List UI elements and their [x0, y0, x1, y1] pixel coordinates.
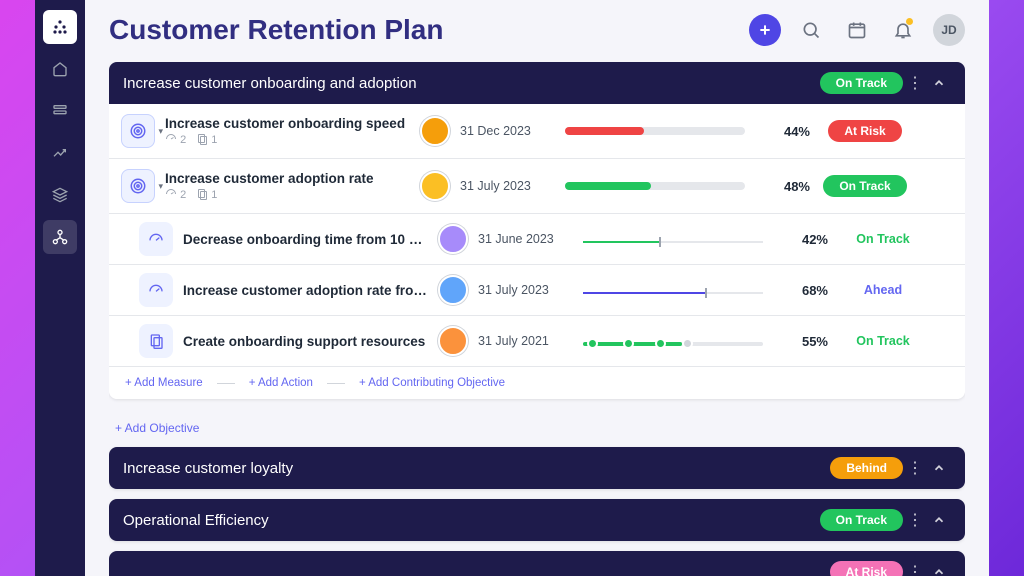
objective-title: Increase customer adoption rate [165, 171, 410, 186]
more-icon[interactable]: ⋮ [903, 510, 927, 530]
objective-meta: 2 1 [165, 133, 410, 146]
more-icon[interactable]: ⋮ [903, 562, 927, 576]
header: Customer Retention Plan JD [109, 14, 965, 46]
org-chart-icon[interactable] [43, 220, 77, 254]
row-status: Ahead [838, 283, 928, 297]
action-title: Create onboarding support resources [183, 334, 428, 349]
due-date: 31 July 2023 [478, 283, 573, 297]
due-date: 31 Dec 2023 [460, 124, 555, 138]
home-icon[interactable] [43, 52, 77, 86]
trend-icon[interactable] [43, 136, 77, 170]
add-objective-link[interactable]: + Add Objective [109, 409, 965, 447]
section-title: Increase customer onboarding and adoptio… [123, 75, 820, 92]
document-icon [139, 324, 173, 358]
objective-title: Increase customer onboarding speed [165, 116, 410, 131]
objective-section: At Risk ⋮ [109, 551, 965, 576]
assignee-avatar[interactable] [420, 171, 450, 201]
progress-bar [565, 182, 745, 190]
sidebar [35, 0, 85, 576]
due-date: 31 July 2021 [478, 334, 573, 348]
add-contributing-link[interactable]: + Add Contributing Objective [359, 377, 505, 389]
measure-title: Decrease onboarding time from 10 days… [183, 232, 428, 247]
app-logo-icon[interactable] [43, 10, 77, 44]
search-icon[interactable] [795, 14, 827, 46]
measure-title: Increase customer adoption rate from… [183, 283, 428, 298]
section-header[interactable]: Increase customer onboarding and adoptio… [109, 62, 965, 104]
objective-row[interactable]: ▾ Increase customer adoption rate 2 1 31… [109, 159, 965, 214]
target-icon: ▾ [121, 114, 155, 148]
due-date: 31 July 2023 [460, 179, 555, 193]
progress-line [583, 289, 763, 291]
progress-line [583, 238, 763, 240]
section-title: Increase customer loyalty [123, 460, 830, 477]
chevron-down-icon[interactable]: ▾ [158, 181, 163, 192]
objective-section: Operational Efficiency On Track ⋮ [109, 499, 965, 541]
status-badge: On Track [820, 509, 903, 531]
progress-percent: 44% [755, 124, 810, 139]
list-icon[interactable] [43, 94, 77, 128]
status-badge: Behind [830, 457, 903, 479]
progress-percent: 55% [773, 334, 828, 349]
collapse-icon[interactable] [927, 461, 951, 475]
due-date: 31 June 2023 [478, 232, 573, 246]
chevron-down-icon[interactable]: ▾ [158, 126, 163, 137]
status-badge: On Track [820, 72, 903, 94]
more-icon[interactable]: ⋮ [903, 73, 927, 93]
objective-row[interactable]: ▾ Increase customer onboarding speed 2 1… [109, 104, 965, 159]
status-badge: At Risk [830, 561, 903, 576]
objective-section: Increase customer loyalty Behind ⋮ [109, 447, 965, 489]
gauge-icon [139, 222, 173, 256]
calendar-icon[interactable] [841, 14, 873, 46]
add-action-link[interactable]: + Add Action [249, 377, 313, 389]
add-links: + Add Measure + Add Action + Add Contrib… [109, 367, 965, 399]
section-title: Operational Efficiency [123, 512, 820, 529]
collapse-icon[interactable] [927, 513, 951, 527]
progress-dots [583, 339, 763, 343]
add-measure-link[interactable]: + Add Measure [125, 377, 203, 389]
collapse-icon[interactable] [927, 76, 951, 90]
progress-percent: 42% [773, 232, 828, 247]
more-icon[interactable]: ⋮ [903, 458, 927, 478]
row-status: At Risk [820, 120, 910, 142]
user-avatar[interactable]: JD [933, 14, 965, 46]
layers-icon[interactable] [43, 178, 77, 212]
objective-meta: 2 1 [165, 188, 410, 201]
measure-row[interactable]: Decrease onboarding time from 10 days… 3… [109, 214, 965, 265]
collapse-icon[interactable] [927, 565, 951, 576]
assignee-avatar[interactable] [438, 326, 468, 356]
action-row[interactable]: Create onboarding support resources 31 J… [109, 316, 965, 367]
section-header[interactable]: At Risk ⋮ [109, 551, 965, 576]
row-status: On Track [820, 175, 910, 197]
header-actions: JD [749, 14, 965, 46]
measure-row[interactable]: Increase customer adoption rate from… 31… [109, 265, 965, 316]
assignee-avatar[interactable] [438, 275, 468, 305]
target-icon: ▾ [121, 169, 155, 203]
page-title: Customer Retention Plan [109, 14, 443, 46]
bell-icon[interactable] [887, 14, 919, 46]
assignee-avatar[interactable] [438, 224, 468, 254]
objective-section: Increase customer onboarding and adoptio… [109, 62, 965, 399]
row-status: On Track [838, 232, 928, 246]
progress-bar [565, 127, 745, 135]
section-header[interactable]: Increase customer loyalty Behind ⋮ [109, 447, 965, 489]
progress-percent: 48% [755, 179, 810, 194]
progress-percent: 68% [773, 283, 828, 298]
section-header[interactable]: Operational Efficiency On Track ⋮ [109, 499, 965, 541]
gauge-icon [139, 273, 173, 307]
add-button[interactable] [749, 14, 781, 46]
assignee-avatar[interactable] [420, 116, 450, 146]
row-status: On Track [838, 334, 928, 348]
